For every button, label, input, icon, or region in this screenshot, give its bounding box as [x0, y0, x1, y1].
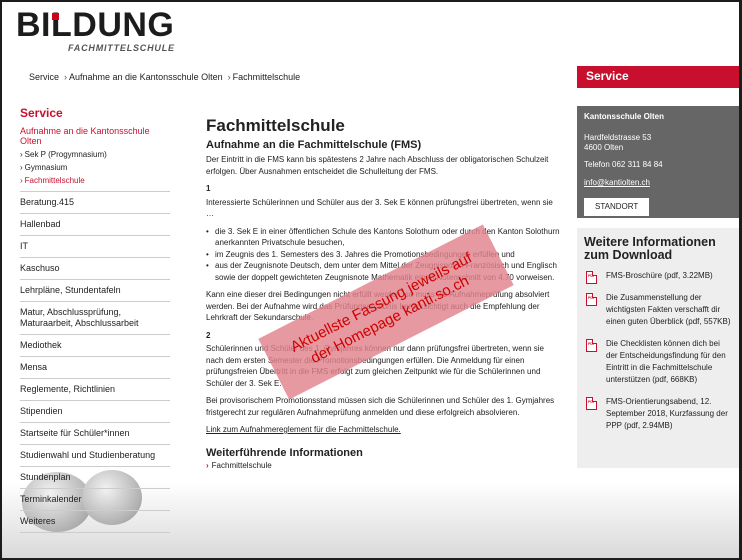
- chevron-right-icon: ›: [20, 150, 23, 159]
- section-heading: Aufnahme an die Fachmittelschule (FMS): [206, 139, 422, 151]
- sidebar-item[interactable]: Beratung.415: [20, 191, 170, 213]
- page-title: Fachmittelschule: [206, 116, 345, 135]
- download-label: FMS-Orientierungsabend, 12. September 20…: [606, 397, 728, 430]
- list-item: die 3. Sek E in einer öffentlichen Schul…: [206, 226, 561, 249]
- logo-text: BILDUNG: [16, 6, 175, 44]
- sidebar-subitem-label: Fachmittelschule: [24, 176, 85, 185]
- sidebar-item[interactable]: Kaschuso: [20, 257, 170, 279]
- site-logo[interactable]: BILDUNG FACHMITTELSCHULE: [16, 6, 175, 53]
- sidebar-section[interactable]: Aufnahme an die Kantonsschule Olten: [20, 124, 170, 148]
- contact-title: Kantonsschule Olten: [584, 112, 665, 121]
- pdf-icon: PDF: [586, 397, 597, 410]
- breadcrumb-item[interactable]: Aufnahme an die Kantonsschule Olten: [69, 72, 223, 82]
- chevron-right-icon: ›: [64, 72, 68, 82]
- paragraph: Interessierte Schülerinnen und Schüler a…: [206, 197, 553, 219]
- download-label: FMS-Broschüre (pdf, 3.22MB): [606, 271, 713, 280]
- sidebar-item[interactable]: Hallenbad: [20, 213, 170, 235]
- pdf-icon: PDF: [586, 339, 597, 352]
- logo-subtitle: FACHMITTELSCHULE: [68, 43, 175, 53]
- breadcrumb-item[interactable]: Service: [29, 72, 59, 82]
- more-info-link-label: Fachmittelschule: [211, 460, 272, 470]
- contact-box: Kantonsschule Olten Hardfeldstrasse 53 4…: [577, 106, 739, 218]
- download-item[interactable]: PDF FMS-Orientierungsabend, 12. September…: [584, 396, 732, 432]
- chevron-right-icon: ›: [20, 176, 23, 185]
- sidebar-item[interactable]: IT: [20, 235, 170, 257]
- download-item[interactable]: PDF Die Zusammenstellung der wichtigsten …: [584, 292, 732, 328]
- sidebar-item[interactable]: Stundenplan: [20, 466, 170, 488]
- sidebar-item[interactable]: Weiteres: [20, 510, 170, 532]
- sidebar-subitem[interactable]: › Gymnasium: [20, 161, 170, 174]
- sidebar-menu: Beratung.415 Hallenbad IT Kaschuso Lehrp…: [20, 191, 170, 533]
- breadcrumb: Service › Aufnahme an die Kantonsschule Ol…: [29, 72, 302, 82]
- contact-city: 4600 Olten: [584, 143, 624, 152]
- sidebar-item[interactable]: Mensa: [20, 356, 170, 378]
- contact-street: Hardfeldstrasse 53: [584, 132, 652, 142]
- sidebar-item[interactable]: Startseite für Schüler*innen: [20, 422, 170, 444]
- contact-email-link[interactable]: info@kantiolten.ch: [584, 178, 732, 189]
- sidebar-subitem-label: Gymnasium: [24, 163, 68, 172]
- sidebar-subitem-active[interactable]: › Fachmittelschule: [20, 174, 170, 187]
- download-item[interactable]: PDF Die Checklisten können dich bei der E…: [584, 338, 732, 386]
- sidebar-title: Service: [20, 106, 63, 120]
- pdf-icon: PDF: [586, 271, 597, 284]
- more-info-link[interactable]: › Fachmittelschule: [206, 460, 561, 472]
- logo-dot: [52, 13, 59, 20]
- sidebar-item[interactable]: Terminkalender: [20, 488, 170, 510]
- sidebar: Service Aufnahme an die Kantonsschule Ol…: [20, 106, 170, 533]
- sidebar-item[interactable]: Matur, Abschlussprüfung, Maturaarbeit, A…: [20, 301, 170, 334]
- standort-button[interactable]: STANDORT: [584, 197, 650, 216]
- intro-text: Der Eintritt in die FMS kann bis spätest…: [206, 155, 549, 176]
- sidebar-item[interactable]: Lehrpläne, Stundentafeln: [20, 279, 170, 301]
- breadcrumb-item[interactable]: Fachmittelschule: [233, 72, 301, 82]
- page: BILDUNG FACHMITTELSCHULE Service › Aufnahm…: [2, 2, 739, 558]
- service-header: Service: [577, 66, 739, 88]
- more-info-heading: Weiterführende Informationen: [206, 446, 363, 459]
- downloads-title: Weitere Informationen zum Download: [584, 235, 716, 262]
- list-item: im Zeugnis des 1. Semesters des 3. Jahre…: [206, 249, 561, 261]
- sidebar-item[interactable]: Studienwahl und Studienberatung: [20, 444, 170, 466]
- paragraph: Bei provisorischem Promotionsstand müsse…: [206, 396, 555, 417]
- sidebar-subitem[interactable]: › Sek P (Progymnasium): [20, 148, 170, 161]
- chevron-right-icon: ›: [20, 163, 23, 172]
- sidebar-item[interactable]: Reglemente, Richtlinien: [20, 378, 170, 400]
- download-label: Die Zusammenstellung der wichtigsten Fak…: [606, 293, 731, 326]
- sidebar-item[interactable]: Mediothek: [20, 334, 170, 356]
- sidebar-subitem-label: Sek P (Progymnasium): [24, 150, 107, 159]
- downloads-box: Weitere Informationen zum Download PDF FM…: [577, 228, 739, 468]
- regulation-link[interactable]: Link zum Aufnahmereglement für die Fachm…: [206, 425, 401, 434]
- pdf-icon: PDF: [586, 293, 597, 306]
- sidebar-item[interactable]: Stipendien: [20, 400, 170, 422]
- chevron-right-icon: ›: [227, 72, 231, 82]
- section-number: 1: [206, 184, 211, 193]
- download-item[interactable]: PDF FMS-Broschüre (pdf, 3.22MB): [584, 270, 732, 284]
- download-label: Die Checklisten können dich bei der Ents…: [606, 339, 726, 384]
- chevron-right-icon: ›: [206, 460, 209, 470]
- contact-phone: Telefon 062 311 84 84: [584, 159, 663, 169]
